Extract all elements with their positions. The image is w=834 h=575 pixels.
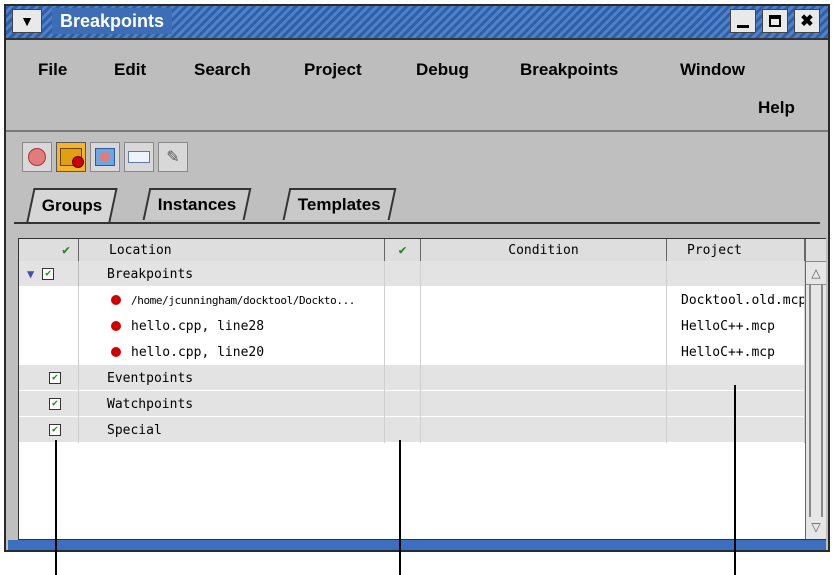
condition-enabled-cell[interactable]	[385, 417, 421, 443]
menu-help[interactable]: Help	[758, 98, 795, 118]
new-breakpoint-button[interactable]	[90, 142, 120, 172]
breakpoint-icon	[28, 148, 46, 166]
close-button[interactable]: ✖	[794, 9, 820, 33]
header-condition[interactable]: Condition	[421, 239, 667, 261]
tab-groups[interactable]: Groups	[26, 188, 119, 222]
tab-strip: Groups Instances Templates	[6, 184, 828, 224]
breakpoint-dot-icon	[111, 321, 121, 331]
project-cell	[667, 365, 805, 391]
window-title: Breakpoints	[60, 10, 165, 31]
folder-icon	[60, 148, 84, 168]
breakpoint-window-icon	[95, 148, 115, 166]
condition-cell[interactable]	[421, 261, 667, 287]
breakpoint-dot-icon	[111, 295, 121, 305]
condition-cell[interactable]	[421, 365, 667, 391]
location-cell: Watchpoints	[79, 391, 385, 417]
table-row[interactable]: ▼ ✔ Breakpoints	[19, 261, 805, 287]
enabled-checkbox[interactable]: ✔	[42, 268, 55, 280]
table-row[interactable]: hello.cpp, line28 HelloC++.mcp	[19, 313, 805, 339]
menu-file[interactable]: File	[38, 60, 67, 80]
condition-enabled-cell[interactable]	[385, 287, 421, 313]
tab-divider	[14, 222, 820, 224]
menu-bar: File Edit Search Project Debug Breakpoin…	[6, 40, 828, 132]
menu-project[interactable]: Project	[304, 60, 362, 80]
scroll-track[interactable]	[809, 285, 823, 517]
window-menu-button[interactable]: ▼	[12, 9, 42, 33]
condition-cell[interactable]	[421, 313, 667, 339]
header-location[interactable]: Location	[79, 239, 385, 261]
tab-instances[interactable]: Instances	[142, 188, 252, 220]
callout-line-project	[734, 385, 736, 575]
enabled-checkbox[interactable]: ✔	[49, 398, 61, 410]
table-header: ✔ Location ✔ Condition Project	[19, 239, 805, 262]
location-cell: Breakpoints	[79, 261, 385, 287]
project-cell: HelloC++.mcp	[667, 339, 805, 365]
breakpoints-window: ▼ Breakpoints ✖ File Edit Search Project…	[4, 4, 830, 552]
vertical-scrollbar[interactable]: △ ▽	[805, 239, 826, 539]
menu-debug[interactable]: Debug	[416, 60, 469, 80]
project-cell	[667, 417, 805, 443]
location-cell: hello.cpp, line28	[131, 318, 265, 334]
condition-cell[interactable]	[421, 339, 667, 365]
condition-enabled-cell[interactable]	[385, 391, 421, 417]
condition-enabled-cell[interactable]	[385, 313, 421, 339]
location-cell: /home/jcunningham/docktool/Dockto...	[131, 293, 356, 307]
scroll-up-arrow-icon[interactable]: △	[806, 262, 826, 285]
status-bar	[8, 540, 826, 550]
edit-icon: ✎	[166, 149, 180, 166]
title-bar[interactable]: ▼ Breakpoints ✖	[6, 6, 828, 40]
callout-line-condition	[399, 440, 401, 575]
table-row[interactable]: ✔ Eventpoints	[19, 365, 805, 391]
table-row[interactable]: ✔ Watchpoints	[19, 391, 805, 417]
enabled-checkbox[interactable]: ✔	[49, 424, 61, 436]
new-watchpoint-button[interactable]	[124, 142, 154, 172]
maximize-icon	[769, 15, 781, 27]
minimize-icon	[737, 24, 749, 28]
disclosure-triangle-icon[interactable]: ▼	[27, 267, 34, 281]
project-cell	[667, 261, 805, 287]
callout-line-enabled	[55, 440, 57, 575]
tab-templates[interactable]: Templates	[282, 188, 397, 220]
menu-search[interactable]: Search	[194, 60, 251, 80]
table-row[interactable]: /home/jcunningham/docktool/Dockto... Doc…	[19, 287, 805, 313]
header-enabled[interactable]: ✔	[19, 239, 79, 261]
edit-properties-button[interactable]: ✎	[158, 142, 188, 172]
location-cell: hello.cpp, line20	[131, 344, 265, 360]
minimize-button[interactable]	[730, 9, 756, 33]
menu-breakpoints[interactable]: Breakpoints	[520, 60, 618, 80]
condition-cell[interactable]	[421, 417, 667, 443]
location-cell: Special	[79, 417, 385, 443]
toolbar: ✎	[6, 132, 828, 184]
condition-cell[interactable]	[421, 287, 667, 313]
condition-enabled-cell[interactable]	[385, 365, 421, 391]
maximize-button[interactable]	[762, 9, 788, 33]
table-row[interactable]: ✔ Special	[19, 417, 805, 443]
scroll-down-arrow-icon[interactable]: ▽	[806, 517, 826, 537]
table-row[interactable]: hello.cpp, line20 HelloC++.mcp	[19, 339, 805, 365]
menu-edit[interactable]: Edit	[114, 60, 146, 80]
enabled-checkbox[interactable]: ✔	[49, 372, 61, 384]
chevron-down-icon: ▼	[20, 13, 34, 29]
menu-window[interactable]: Window	[680, 60, 745, 80]
close-icon: ✖	[800, 13, 814, 30]
header-project[interactable]: Project	[667, 239, 805, 261]
location-cell: Eventpoints	[79, 365, 385, 391]
project-cell	[667, 391, 805, 417]
condition-enabled-cell[interactable]	[385, 261, 421, 287]
project-cell: HelloC++.mcp	[667, 313, 805, 339]
header-condition-enabled[interactable]: ✔	[385, 239, 421, 261]
breakpoint-dot-icon	[111, 347, 121, 357]
project-cell: Docktool.old.mcp	[667, 287, 805, 313]
breakpoints-table: ✔ Location ✔ Condition Project ▼ ✔ Break…	[18, 238, 826, 540]
field-icon	[128, 151, 150, 163]
clear-breakpoint-button[interactable]	[22, 142, 52, 172]
new-group-button[interactable]	[56, 142, 86, 172]
scroll-corner	[806, 239, 826, 262]
condition-cell[interactable]	[421, 391, 667, 417]
condition-enabled-cell[interactable]	[385, 339, 421, 365]
